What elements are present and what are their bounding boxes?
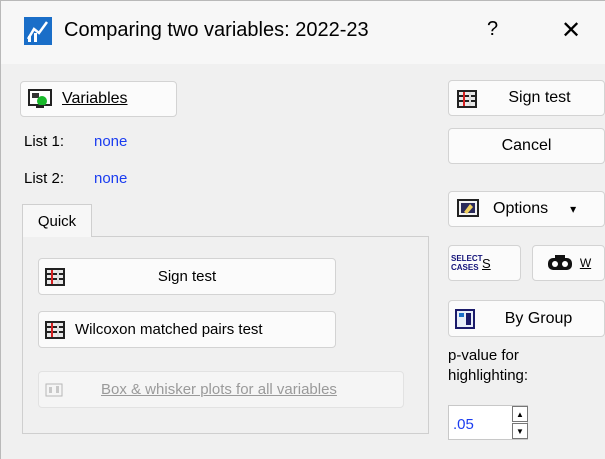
- quick-sign-test-label: Sign test: [157, 268, 217, 285]
- sign-test-button[interactable]: Sign test: [448, 80, 605, 116]
- pvalue-value: .05: [453, 416, 474, 433]
- cancel-label: Cancel: [501, 137, 552, 154]
- tab-quick[interactable]: Quick: [22, 204, 92, 237]
- cancel-button[interactable]: Cancel: [448, 128, 605, 164]
- list1-label: List 1:: [24, 133, 65, 150]
- boxplot-label: Box & whisker plots for all variables: [101, 381, 337, 398]
- by-group-icon: [455, 309, 475, 329]
- pvalue-label-line2: highlighting:: [448, 367, 529, 384]
- wilcoxon-button[interactable]: Wilcoxon matched pairs test: [38, 311, 336, 348]
- list1-value[interactable]: none: [94, 133, 127, 150]
- select-cases-icon: SELECT CASES: [451, 254, 483, 272]
- list2-value[interactable]: none: [94, 170, 127, 187]
- variables-button-label: Variables: [62, 90, 128, 107]
- grid-icon: [45, 268, 65, 286]
- window-title: Comparing two variables: 2022-23: [64, 19, 369, 41]
- grid-icon: [45, 320, 65, 339]
- pvalue-label-line1: p-value for: [448, 347, 519, 364]
- select-cases-label: S: [482, 255, 491, 271]
- weight-button[interactable]: W: [532, 245, 605, 281]
- sign-test-label: Sign test: [508, 89, 571, 106]
- help-button[interactable]: ?: [487, 18, 498, 41]
- variables-button[interactable]: Variables: [20, 81, 177, 117]
- options-button[interactable]: Options ▾: [448, 191, 605, 227]
- quick-sign-test-button[interactable]: Sign test: [38, 258, 336, 295]
- by-group-label: By Group: [504, 309, 573, 327]
- pvalue-decrement[interactable]: ▼: [512, 423, 528, 439]
- chevron-down-icon: ▾: [570, 202, 577, 216]
- app-icon: [24, 17, 52, 45]
- boxplot-button[interactable]: Box & whisker plots for all variables: [38, 371, 404, 408]
- by-group-button[interactable]: By Group: [448, 300, 605, 337]
- list2-label: List 2:: [24, 170, 65, 187]
- boxplot-icon: [45, 383, 63, 396]
- options-icon: [457, 199, 479, 217]
- wilcoxon-label: Wilcoxon matched pairs test: [75, 321, 263, 338]
- select-cases-button[interactable]: SELECT CASES S: [448, 245, 521, 281]
- grid-icon: [457, 90, 477, 108]
- pvalue-input[interactable]: .05 ▲ ▼: [448, 405, 528, 440]
- options-label: Options: [493, 200, 549, 217]
- close-button[interactable]: ✕: [561, 16, 581, 45]
- weight-label: W: [579, 256, 592, 270]
- pvalue-increment[interactable]: ▲: [512, 406, 528, 422]
- variables-icon: [28, 89, 52, 108]
- weight-icon: [547, 255, 572, 270]
